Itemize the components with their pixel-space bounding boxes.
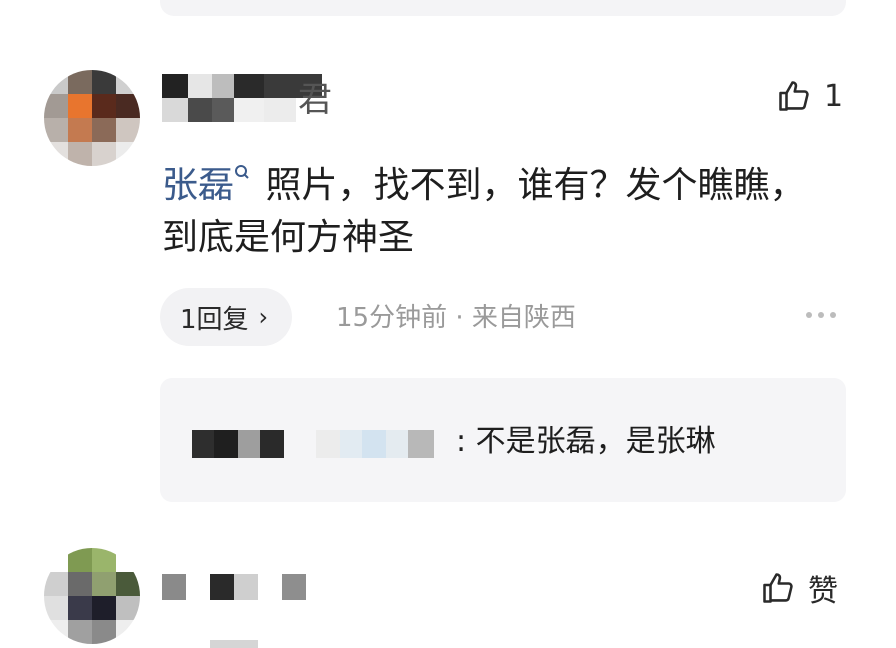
avatar[interactable]: [44, 548, 140, 644]
thumbs-up-icon: [779, 81, 809, 111]
comment-meta: 15分钟前 · 来自陕西: [336, 303, 576, 333]
comment-body: 照片，找不到，谁有？发个瞧瞧，到底是何方神圣: [162, 165, 806, 258]
chevron-right-icon: ›: [258, 303, 269, 331]
thumbs-up-icon: [763, 573, 793, 603]
view-replies-button[interactable]: 1回复 ›: [160, 288, 293, 346]
avatar[interactable]: [44, 70, 140, 166]
more-dot: [806, 312, 812, 318]
comment-feed: 君 1 张磊 照片，找不到，谁有？发个瞧瞧，到底是何方神圣 1回复 › 15分钟…: [0, 0, 896, 648]
more-dot: [830, 312, 836, 318]
reply-count-label: 1回复: [180, 304, 249, 335]
comment-text: 张磊 照片，找不到，谁有？发个瞧瞧，到底是何方神圣: [162, 160, 822, 264]
previous-reply-box[interactable]: [160, 0, 846, 16]
more-dots-icon[interactable]: [806, 312, 836, 318]
like-button[interactable]: 赞: [760, 566, 838, 610]
reply-username-obscured[interactable]: [192, 430, 452, 458]
username-suffix: 君: [298, 80, 332, 120]
search-icon: [235, 165, 249, 179]
like-button[interactable]: 1: [776, 78, 843, 114]
username-obscured[interactable]: [162, 574, 308, 600]
mention-link[interactable]: 张磊: [162, 165, 254, 206]
like-label: 赞: [808, 574, 838, 609]
reply-text: : 不是张磊，是张琳: [456, 424, 716, 459]
username-obscured-row2: [162, 640, 308, 648]
like-count: 1: [824, 78, 844, 114]
more-dot: [818, 312, 824, 318]
